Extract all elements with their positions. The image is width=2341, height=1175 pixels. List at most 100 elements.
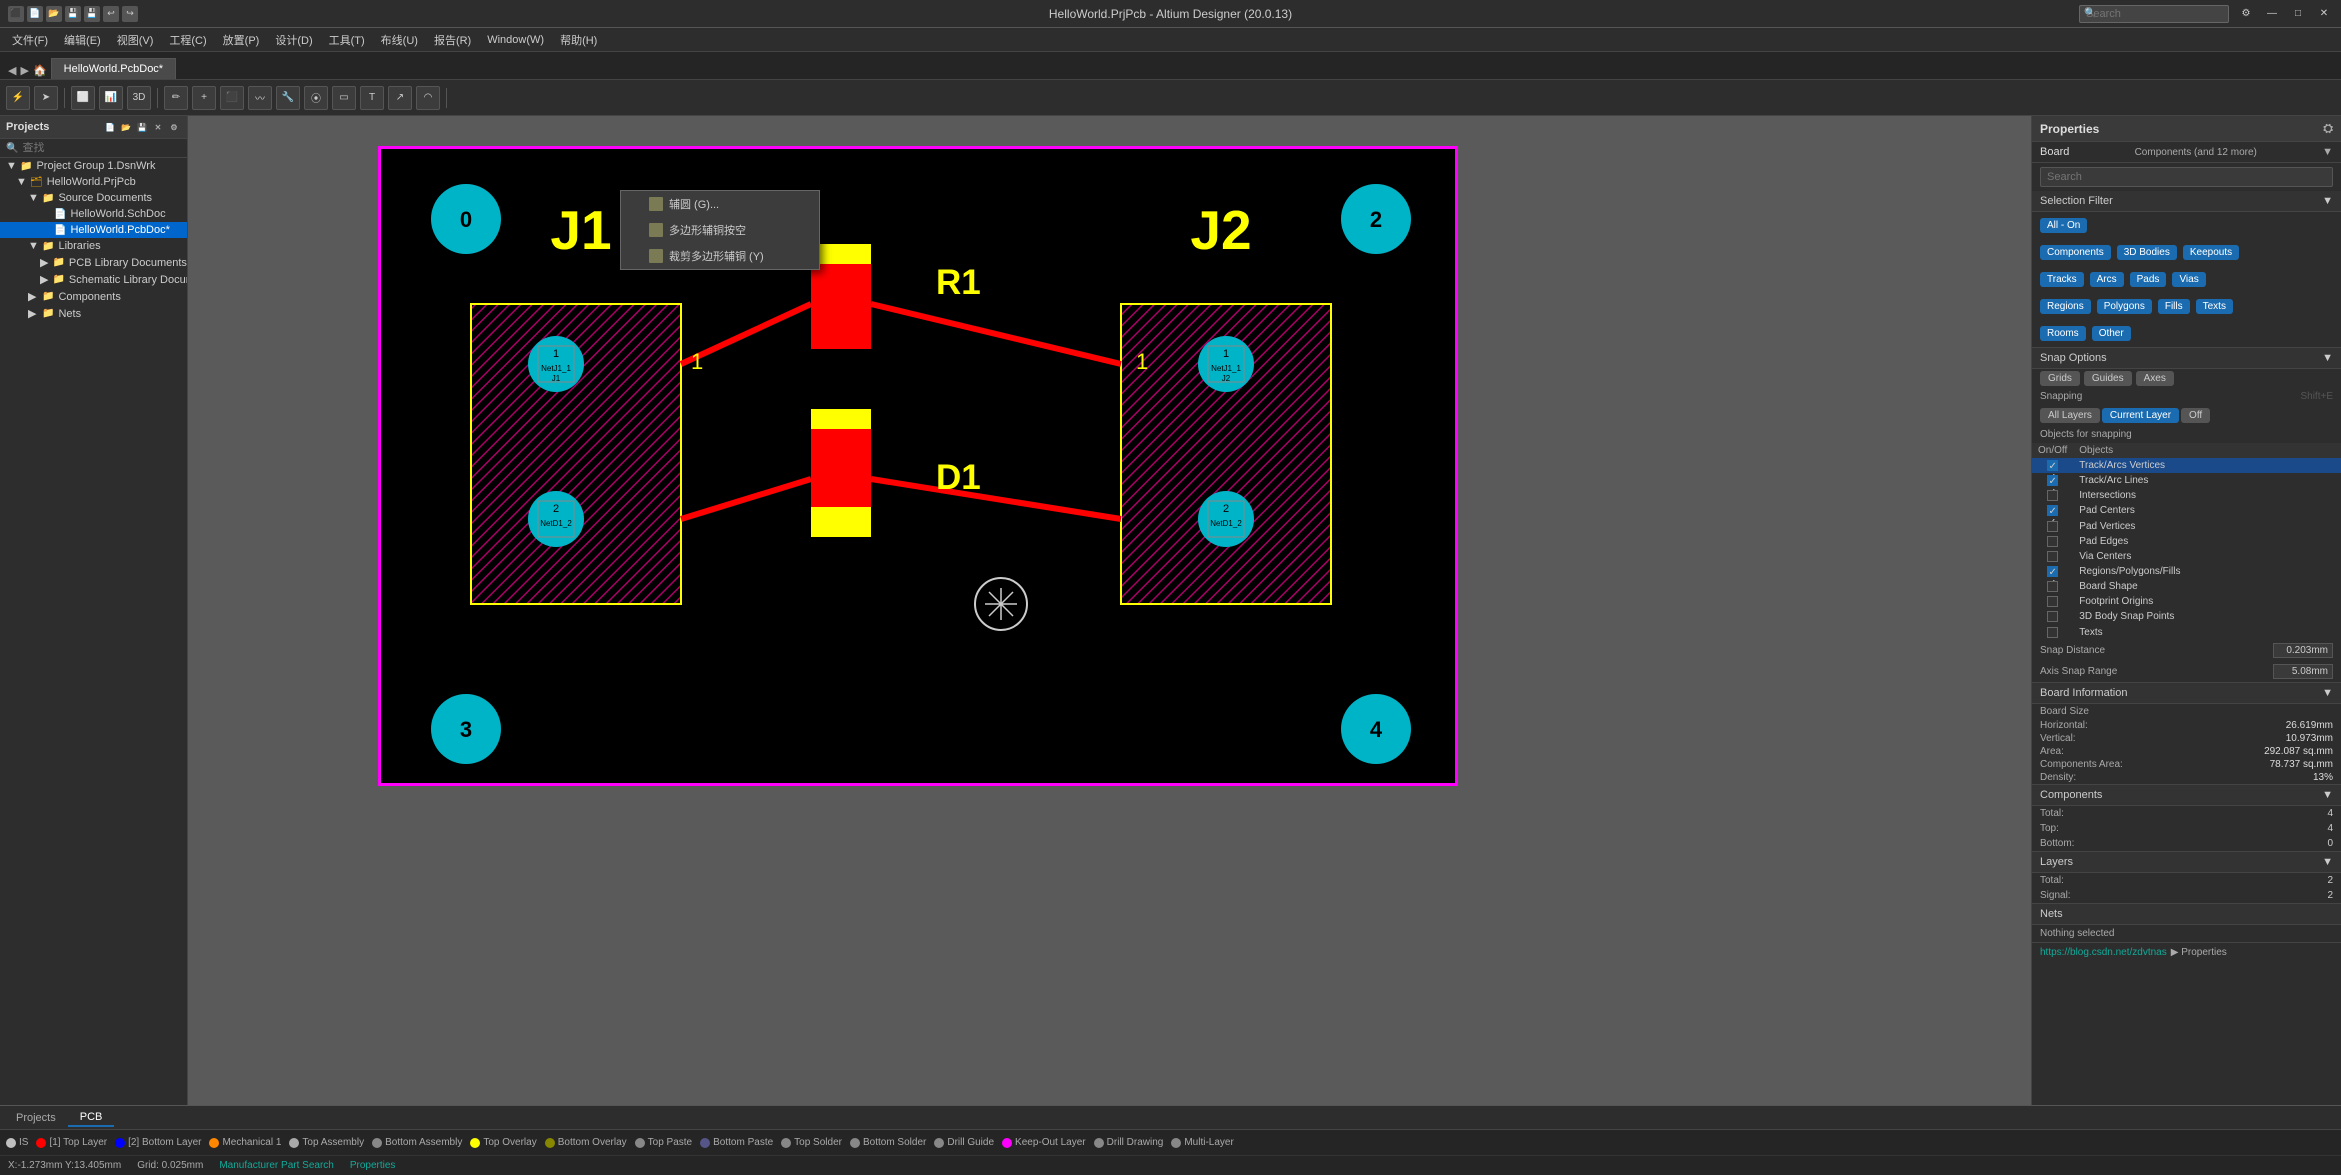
menu-report[interactable]: 报告(R) [426,30,479,50]
properties-link[interactable]: Properties [350,1160,396,1171]
menu-project[interactable]: 工程(C) [161,30,214,50]
select-rect-button[interactable]: ⬜ [71,86,95,110]
close-button[interactable]: ✕ [2315,5,2333,23]
obj-row-track-arcs-vertices[interactable]: ✓ Track/Arcs Vertices [2032,458,2341,473]
project-search-input[interactable] [22,142,181,154]
filter-arcs[interactable]: Arcs [2090,272,2124,287]
cb-via-centers[interactable] [2047,551,2058,562]
cb-footprint-origins[interactable] [2047,596,2058,607]
filter-pads[interactable]: Pads [2130,272,2167,287]
obj-row-texts[interactable]: Texts [2032,625,2341,640]
obj-row-pad-vertices[interactable]: Pad Vertices [2032,519,2341,534]
cb-pad-edges[interactable] [2047,536,2058,547]
snap-current-layer-btn[interactable]: Current Layer [2102,408,2179,423]
drill-button[interactable]: ⦿ [304,86,328,110]
tree-item-pcbdoc[interactable]: 📄 HelloWorld.PcbDoc* [0,222,187,238]
menu-edit[interactable]: 编辑(E) [56,30,109,50]
csdn-link[interactable]: https://blog.csdn.net/zdvtnas [2040,947,2167,958]
props-search-input[interactable] [2040,167,2333,187]
tree-item-pcb-lib[interactable]: ▶ 📁 PCB Library Documents [0,254,187,271]
settings-icon[interactable]: ⚙ [2237,5,2255,23]
tree-item-components[interactable]: ▶ 📁 Components [0,288,187,305]
obj-row-regions-poly-fills[interactable]: ✓ Regions/Polygons/Fills [2032,564,2341,579]
bottom-tab-pcb[interactable]: PCB [68,1109,115,1127]
options-btn[interactable]: ⚙ [167,120,181,134]
rect-button[interactable]: ▭ [332,86,356,110]
layer-top-paste[interactable]: Top Paste [635,1137,692,1148]
pad-button[interactable]: ⬛ [220,86,244,110]
draw-button[interactable]: ✏ [164,86,188,110]
maximize-button[interactable]: □ [2289,5,2307,23]
board-info-header[interactable]: Board Information ▼ [2032,683,2341,704]
cb-pad-vertices[interactable] [2047,521,2058,532]
menu-view[interactable]: 视图(V) [109,30,162,50]
new-icon[interactable]: 📄 [27,6,43,22]
ctx-item-2[interactable]: 多边形辅铜按空 [621,217,819,243]
components-header[interactable]: Components ▼ [2032,785,2341,806]
snap-distance-val[interactable]: 0.203mm [2273,643,2333,658]
menu-tools[interactable]: 工具(T) [321,30,373,50]
layer-bottom[interactable]: [2] Bottom Layer [115,1137,201,1148]
tree-item-project-group[interactable]: ▼ 📁 Project Group 1.DsnWrk [0,158,187,174]
layer-top-assembly[interactable]: Top Assembly [289,1137,364,1148]
filter-3dbodies[interactable]: 3D Bodies [2117,245,2177,260]
menu-place[interactable]: 放置(P) [215,30,268,50]
filter-regions[interactable]: Regions [2040,299,2091,314]
snap-grids-btn[interactable]: Grids [2040,371,2080,386]
obj-row-intersections[interactable]: Intersections [2032,488,2341,503]
obj-row-board-shape[interactable]: Board Shape [2032,579,2341,594]
cb-track-arcs-vertices[interactable]: ✓ [2047,460,2058,471]
filter-texts[interactable]: Texts [2196,299,2233,314]
layer-bottom-solder[interactable]: Bottom Solder [850,1137,926,1148]
filter-button[interactable]: ⚡ [6,86,30,110]
ctx-item-3[interactable]: 裁剪多边形辅铜 (Y) [621,243,819,269]
filter-vias[interactable]: Vias [2172,272,2205,287]
filter-polygons[interactable]: Polygons [2097,299,2152,314]
tree-item-libraries[interactable]: ▼ 📁 Libraries [0,238,187,254]
3d-button[interactable]: 3D [127,86,151,110]
tab-nav-right[interactable]: ▶ [20,64,28,77]
cb-3d-body-snap[interactable] [2047,611,2058,622]
arrow-button[interactable]: ➤ [34,86,58,110]
menu-route[interactable]: 布线(U) [373,30,426,50]
cb-track-arc-lines[interactable]: ✓ [2047,475,2058,486]
route-button[interactable]: 🔧 [276,86,300,110]
obj-row-3d-body-snap[interactable]: 3D Body Snap Points [2032,609,2341,624]
filter-fills[interactable]: Fills [2158,299,2190,314]
interactive-button[interactable]: 〰 [248,86,272,110]
cb-pad-centers[interactable]: ✓ [2047,505,2058,516]
titlebar-search[interactable] [2079,5,2229,23]
minimize-button[interactable]: — [2263,5,2281,23]
funnel-icon[interactable]: ⛭ [2323,121,2333,136]
layer-IS[interactable]: IS [6,1137,28,1148]
tree-item-schematic[interactable]: 📄 HelloWorld.SchDoc [0,206,187,222]
layer-top[interactable]: [1] Top Layer [36,1137,107,1148]
histogram-button[interactable]: 📊 [99,86,123,110]
snap-guides-btn[interactable]: Guides [2084,371,2132,386]
nets-header[interactable]: Nets [2032,904,2341,925]
undo-icon[interactable]: ↩ [103,6,119,22]
redo-icon[interactable]: ↪ [122,6,138,22]
tab-pcbdoc[interactable]: HelloWorld.PcbDoc* [51,58,176,79]
layer-drill-guide[interactable]: Drill Guide [934,1137,994,1148]
open-icon[interactable]: 📂 [46,6,62,22]
layers-header[interactable]: Layers ▼ [2032,852,2341,873]
text-button[interactable]: T [360,86,384,110]
tree-item-helloworld-prjpcb[interactable]: ▼ 🗂 HelloWorld.PrjPcb [0,174,187,190]
obj-row-pad-centers[interactable]: ✓ Pad Centers [2032,503,2341,518]
bottom-tab-projects[interactable]: Projects [4,1110,68,1126]
tab-home[interactable]: 🏠 [33,64,47,77]
snap-off-btn[interactable]: Off [2181,408,2210,423]
tree-item-nets[interactable]: ▶ 📁 Nets [0,305,187,322]
snap-all-layers-btn[interactable]: All Layers [2040,408,2100,423]
save-all-icon[interactable]: 💾 [84,6,100,22]
filter-icon[interactable]: ▼ [2322,146,2333,158]
layer-drill-drawing[interactable]: Drill Drawing [1094,1137,1164,1148]
cb-board-shape[interactable] [2047,581,2058,592]
layer-bottom-overlay[interactable]: Bottom Overlay [545,1137,627,1148]
all-on-button[interactable]: All - On [2040,218,2087,233]
filter-rooms[interactable]: Rooms [2040,326,2086,341]
menu-file[interactable]: 文件(F) [4,30,56,50]
cursor-button[interactable]: ↗ [388,86,412,110]
new-project-btn[interactable]: 📄 [103,120,117,134]
